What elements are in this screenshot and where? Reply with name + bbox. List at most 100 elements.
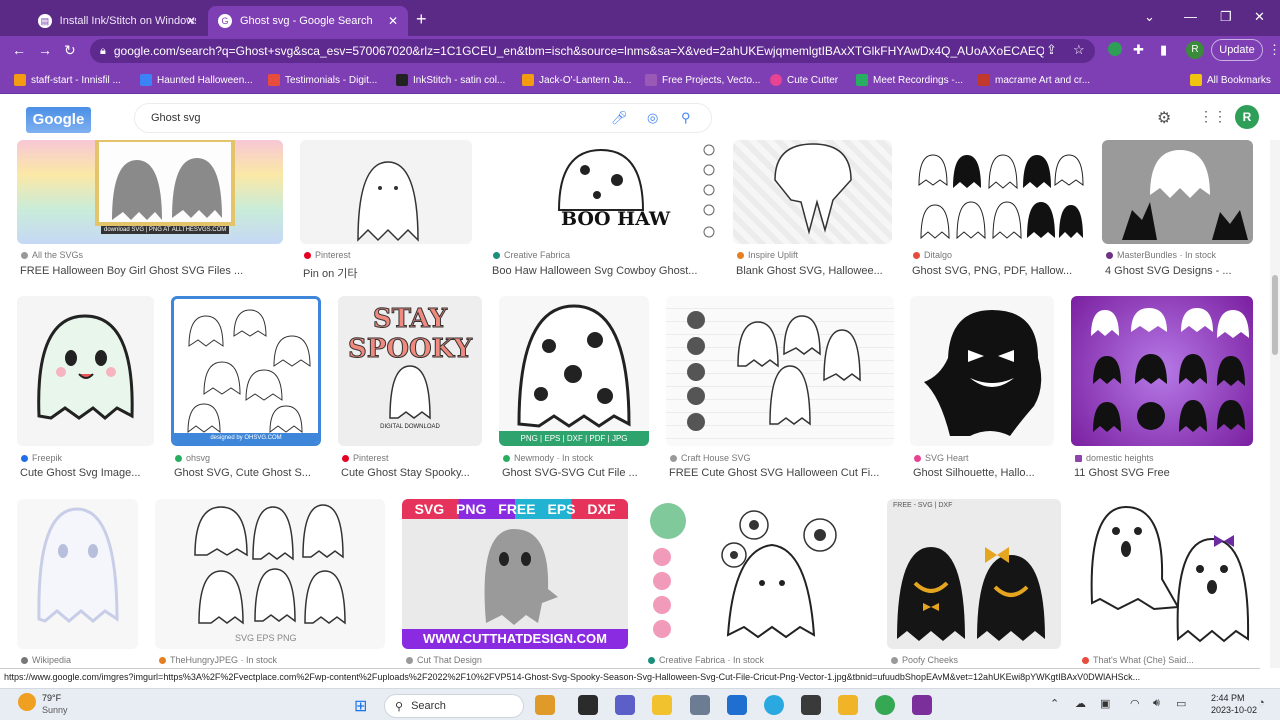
new-tab-button[interactable]: +	[416, 9, 427, 30]
result-thumbnail[interactable]	[1071, 296, 1253, 446]
app-icon[interactable]	[578, 695, 598, 715]
result-thumbnail[interactable]	[666, 296, 894, 446]
ghost-group-illustration	[687, 311, 861, 431]
app-tray-icon[interactable]: ▣	[1100, 697, 1110, 710]
result-caption[interactable]: 11 Ghost SVG Free	[1074, 467, 1256, 479]
all-bookmarks[interactable]: All Bookmarks	[1190, 72, 1271, 88]
result-caption[interactable]: Boo Haw Halloween Svg Cowboy Ghost...	[492, 265, 720, 277]
back-icon[interactable]: ←	[12, 42, 26, 58]
folder-icon[interactable]	[838, 695, 858, 715]
tab-install-inkstitch[interactable]: ▤ Install Ink/Stitch on Windows - I ✕	[28, 6, 206, 36]
result-thumbnail[interactable]	[1102, 140, 1253, 244]
result-thumbnail[interactable]	[17, 499, 138, 649]
weather-condition: Sunny	[42, 705, 68, 715]
bookmark-item[interactable]: macrame Art and cr...	[978, 72, 1090, 88]
result-thumbnail[interactable]: SVG PNG FREE EPS DXF WWW.CUTTHATDESIGN.C…	[402, 499, 628, 649]
google-logo[interactable]: Google	[26, 107, 91, 133]
scrollbar-thumb[interactable]	[1272, 275, 1278, 355]
result-thumbnail[interactable]	[910, 296, 1054, 446]
google-account-avatar[interactable]: R	[1235, 105, 1259, 129]
window-close-icon[interactable]: ✕	[1254, 9, 1265, 25]
bookmark-item[interactable]: InkStitch - satin col...	[396, 72, 505, 88]
page-scrollbar[interactable]	[1270, 140, 1280, 668]
result-caption[interactable]: Cute Ghost Svg Image...	[20, 467, 157, 479]
result-thumbnail[interactable]: PNG | EPS | DXF | PDF | JPG	[499, 296, 649, 446]
cloud-icon[interactable]: ☁	[1075, 697, 1086, 710]
bookmark-icon	[14, 74, 26, 86]
extension-icon[interactable]	[1108, 42, 1122, 56]
bookmark-item[interactable]: Testimonials - Digit...	[268, 72, 377, 88]
maximize-icon[interactable]: ❐	[1220, 9, 1232, 25]
update-button[interactable]: Update	[1211, 39, 1263, 61]
clock-time[interactable]: 2:44 PM	[1211, 693, 1245, 703]
bookmark-item[interactable]: staff-start - Innisfil ...	[14, 72, 121, 88]
tab-search-icon[interactable]: ⌄	[1144, 9, 1155, 25]
share-icon[interactable]: ⇪	[1046, 42, 1057, 58]
chrome-icon[interactable]	[875, 695, 895, 715]
result-caption[interactable]: Ghost SVG-SVG Cut File ...	[502, 467, 652, 479]
wifi-icon[interactable]: ◠	[1130, 697, 1140, 710]
extensions-puzzle-icon[interactable]: ✚	[1133, 42, 1144, 58]
clock-date[interactable]: 2023-10-02	[1211, 705, 1257, 715]
result-thumbnail[interactable]	[300, 140, 472, 244]
app-icon[interactable]	[535, 695, 555, 715]
bookmark-item[interactable]: Meet Recordings -...	[856, 72, 963, 88]
result-thumbnail[interactable]: STAY SPOOKY DIGITAL DOWNLOAD	[338, 296, 482, 446]
result-thumbnail[interactable]: designed by OHSVG.COM	[171, 296, 321, 446]
result-thumbnail[interactable]: SVG EPS PNG	[155, 499, 385, 649]
battery-icon[interactable]: ▭	[1176, 697, 1186, 710]
result-caption[interactable]: Ghost SVG, Cute Ghost S...	[174, 467, 324, 479]
tray-chevron-icon[interactable]: ⌃	[1050, 697, 1059, 710]
reload-icon[interactable]: ↻	[64, 42, 76, 59]
result-source: All the SVGs	[21, 250, 83, 260]
result-source: SVG Heart	[914, 453, 969, 463]
result-caption[interactable]: Cute Ghost Stay Spooky...	[341, 467, 485, 479]
result-caption[interactable]: Ghost Silhouette, Hallo...	[913, 467, 1057, 479]
result-caption[interactable]: FREE Cute Ghost SVG Halloween Cut Fi...	[669, 467, 897, 479]
apps-grid-icon[interactable]: ⋮⋮	[1199, 108, 1227, 125]
result-thumbnail[interactable]	[1078, 499, 1253, 649]
result-thumbnail[interactable]: download SVG | PNG AT ALLTHESVGS.COM	[17, 140, 283, 244]
result-thumbnail[interactable]	[733, 140, 892, 244]
settings-gear-icon[interactable]: ⚙	[1157, 108, 1171, 128]
windows-start-icon[interactable]: ⊞	[354, 696, 367, 716]
bookmark-item[interactable]: Free Projects, Vecto...	[645, 72, 760, 88]
bookmark-star-icon[interactable]: ☆	[1073, 42, 1085, 58]
search-icon[interactable]: ⚲	[681, 110, 691, 126]
settings-icon[interactable]	[690, 695, 710, 715]
result-thumbnail[interactable]	[644, 499, 870, 649]
lens-icon[interactable]: ◎	[647, 110, 658, 126]
result-caption[interactable]: FREE Halloween Boy Girl Ghost SVG Files …	[20, 265, 285, 277]
bookmark-item[interactable]: Cute Cutter	[770, 72, 838, 88]
result-caption[interactable]: Blank Ghost SVG, Hallowee...	[736, 265, 895, 277]
forward-icon[interactable]: →	[38, 42, 52, 58]
menu-icon[interactable]: ⋮	[1268, 42, 1280, 58]
file-explorer-icon[interactable]	[652, 695, 672, 715]
microphone-icon[interactable]: 🎤︎	[611, 110, 628, 126]
close-icon[interactable]: ✕	[388, 14, 398, 28]
teams-icon[interactable]	[615, 695, 635, 715]
taskbar-search[interactable]: ⚲ Search	[384, 694, 524, 718]
notification-icon[interactable]: ◔	[1258, 697, 1265, 709]
result-thumbnail[interactable]: BOO HAW	[489, 140, 717, 244]
outlook-icon[interactable]	[727, 695, 747, 715]
result-thumbnail[interactable]	[909, 140, 1085, 244]
result-caption[interactable]: Pin on 기타	[303, 265, 475, 281]
close-icon[interactable]: ✕	[186, 14, 196, 28]
result-caption[interactable]: Ghost SVG, PNG, PDF, Hallow...	[912, 265, 1088, 277]
weather-sun-icon[interactable]	[18, 693, 36, 711]
address-bar[interactable]: 🔒︎ google.com/search?q=Ghost+svg&sca_esv…	[90, 39, 1095, 63]
profile-avatar[interactable]: R	[1186, 41, 1204, 59]
app-icon[interactable]	[912, 695, 932, 715]
volume-icon[interactable]: 🔊︎	[1153, 697, 1160, 710]
minimize-icon[interactable]: —	[1184, 9, 1197, 24]
result-thumbnail[interactable]: FREE - SVG | DXF	[887, 499, 1061, 649]
app-icon[interactable]	[801, 695, 821, 715]
bookmark-item[interactable]: Haunted Halloween...	[140, 72, 253, 88]
result-caption[interactable]: 4 Ghost SVG Designs - ...	[1105, 265, 1256, 277]
result-thumbnail[interactable]	[17, 296, 154, 446]
bookmark-item[interactable]: Jack-O'-Lantern Ja...	[522, 72, 632, 88]
edge-icon[interactable]	[764, 695, 784, 715]
side-panel-icon[interactable]: ▮	[1160, 42, 1167, 58]
tab-ghost-svg[interactable]: G Ghost svg - Google Search ✕	[208, 6, 408, 36]
